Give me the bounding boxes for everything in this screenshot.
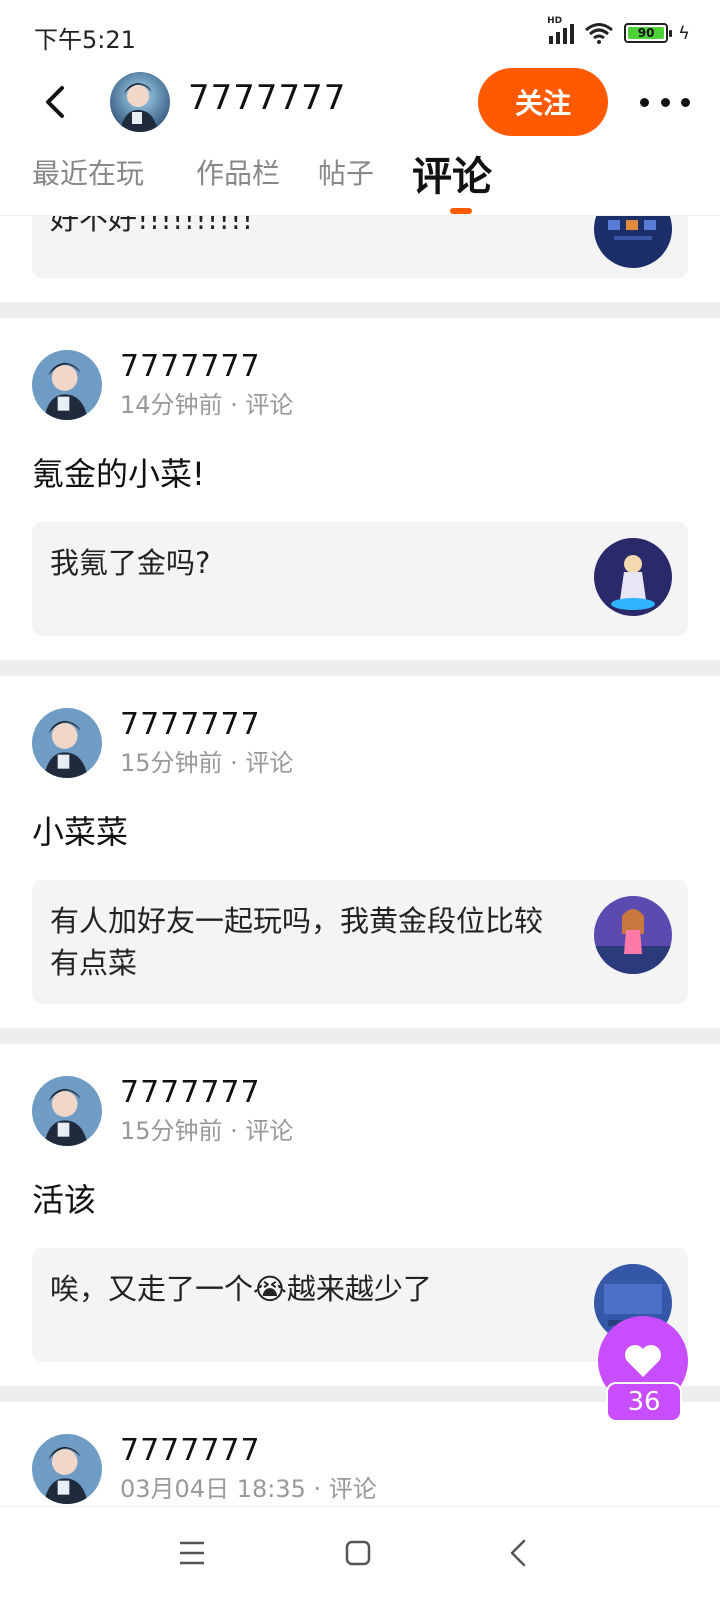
post-thumbnail <box>594 216 672 268</box>
tab-posts[interactable]: 帖子 <box>318 152 374 192</box>
status-time: 下午5:21 <box>34 26 136 54</box>
home-icon[interactable] <box>338 1533 378 1573</box>
profile-header: 7777777 关注 <box>0 64 720 140</box>
avatar[interactable] <box>110 72 170 132</box>
charging-icon: ϟ <box>678 22 690 44</box>
quoted-post[interactable]: 我氪了金吗? <box>32 522 688 636</box>
list-item[interactable]: 7777777 14分钟前 · 评论 氪金的小菜! 我氪了金吗? <box>0 318 720 660</box>
more-dots-icon[interactable] <box>640 84 690 120</box>
signal-icon: HD <box>547 16 575 44</box>
profile-user-name: 7777777 <box>188 78 347 118</box>
back-icon[interactable] <box>500 1533 540 1573</box>
status-icons: HD 90 ϟ <box>547 16 690 44</box>
quoted-post[interactable]: 好不好!!!!!!!!!! <box>32 216 688 278</box>
heart-icon <box>625 1345 661 1377</box>
battery-level: 90 <box>628 26 665 40</box>
list-item[interactable]: 好不好!!!!!!!!!! <box>0 216 720 302</box>
comment-text: 活该 <box>32 1181 97 1219</box>
avatar[interactable] <box>32 1076 102 1146</box>
avatar[interactable] <box>32 708 102 778</box>
user-name[interactable]: 7777777 <box>120 1433 377 1469</box>
like-count: 36 <box>606 1382 682 1422</box>
user-name[interactable]: 7777777 <box>120 1075 293 1111</box>
quoted-post-text: 好不好!!!!!!!!!! <box>50 216 254 236</box>
system-nav-bar <box>0 1506 720 1600</box>
quoted-post[interactable]: 唉，又走了一个😭越来越少了 <box>32 1248 688 1362</box>
user-name[interactable]: 7777777 <box>120 707 293 743</box>
profile-tabs: 最近在玩 作品栏 帖子 评论 <box>0 140 720 216</box>
comment-text: 氪金的小菜! <box>32 455 205 493</box>
tab-comments[interactable]: 评论 <box>412 144 492 202</box>
post-thumbnail <box>594 538 672 616</box>
tab-indicator <box>450 208 472 214</box>
network-badge: HD <box>547 16 563 26</box>
comment-meta: 14分钟前 · 评论 <box>120 391 294 419</box>
divider <box>0 1028 720 1044</box>
menu-icon[interactable] <box>172 1533 212 1573</box>
tab-recently-played[interactable]: 最近在玩 <box>32 152 144 192</box>
follow-button[interactable]: 关注 <box>478 68 608 136</box>
quoted-post-text: 有人加好友一起玩吗，我黄金段位比较有点菜 <box>50 904 544 980</box>
wifi-icon <box>585 23 614 44</box>
quoted-post-text: 唉，又走了一个😭越来越少了 <box>50 1272 432 1306</box>
divider <box>0 660 720 676</box>
user-name[interactable]: 7777777 <box>120 349 293 385</box>
divider <box>0 302 720 318</box>
avatar[interactable] <box>32 350 102 420</box>
battery-icon: 90 <box>624 23 673 43</box>
comment-meta: 15分钟前 · 评论 <box>120 1117 294 1145</box>
avatar[interactable] <box>32 1434 102 1504</box>
comment-meta: 03月04日 18:35 · 评论 <box>120 1475 377 1503</box>
quoted-post-text: 我氪了金吗? <box>50 546 211 580</box>
list-item[interactable]: 7777777 15分钟前 · 评论 小菜菜 有人加好友一起玩吗，我黄金段位比较… <box>0 676 720 1028</box>
comment-feed[interactable]: 好不好!!!!!!!!!! 7777777 14分钟前 · 评论 氪金的小菜! … <box>0 216 720 1506</box>
quoted-post[interactable]: 有人加好友一起玩吗，我黄金段位比较有点菜 <box>32 880 688 1004</box>
back-arrow-icon[interactable] <box>36 80 80 124</box>
comment-meta: 15分钟前 · 评论 <box>120 749 294 777</box>
status-bar: 下午5:21 HD 90 ϟ <box>0 0 720 64</box>
tab-works[interactable]: 作品栏 <box>196 152 280 192</box>
comment-text: 小菜菜 <box>32 813 129 851</box>
post-thumbnail <box>594 896 672 974</box>
